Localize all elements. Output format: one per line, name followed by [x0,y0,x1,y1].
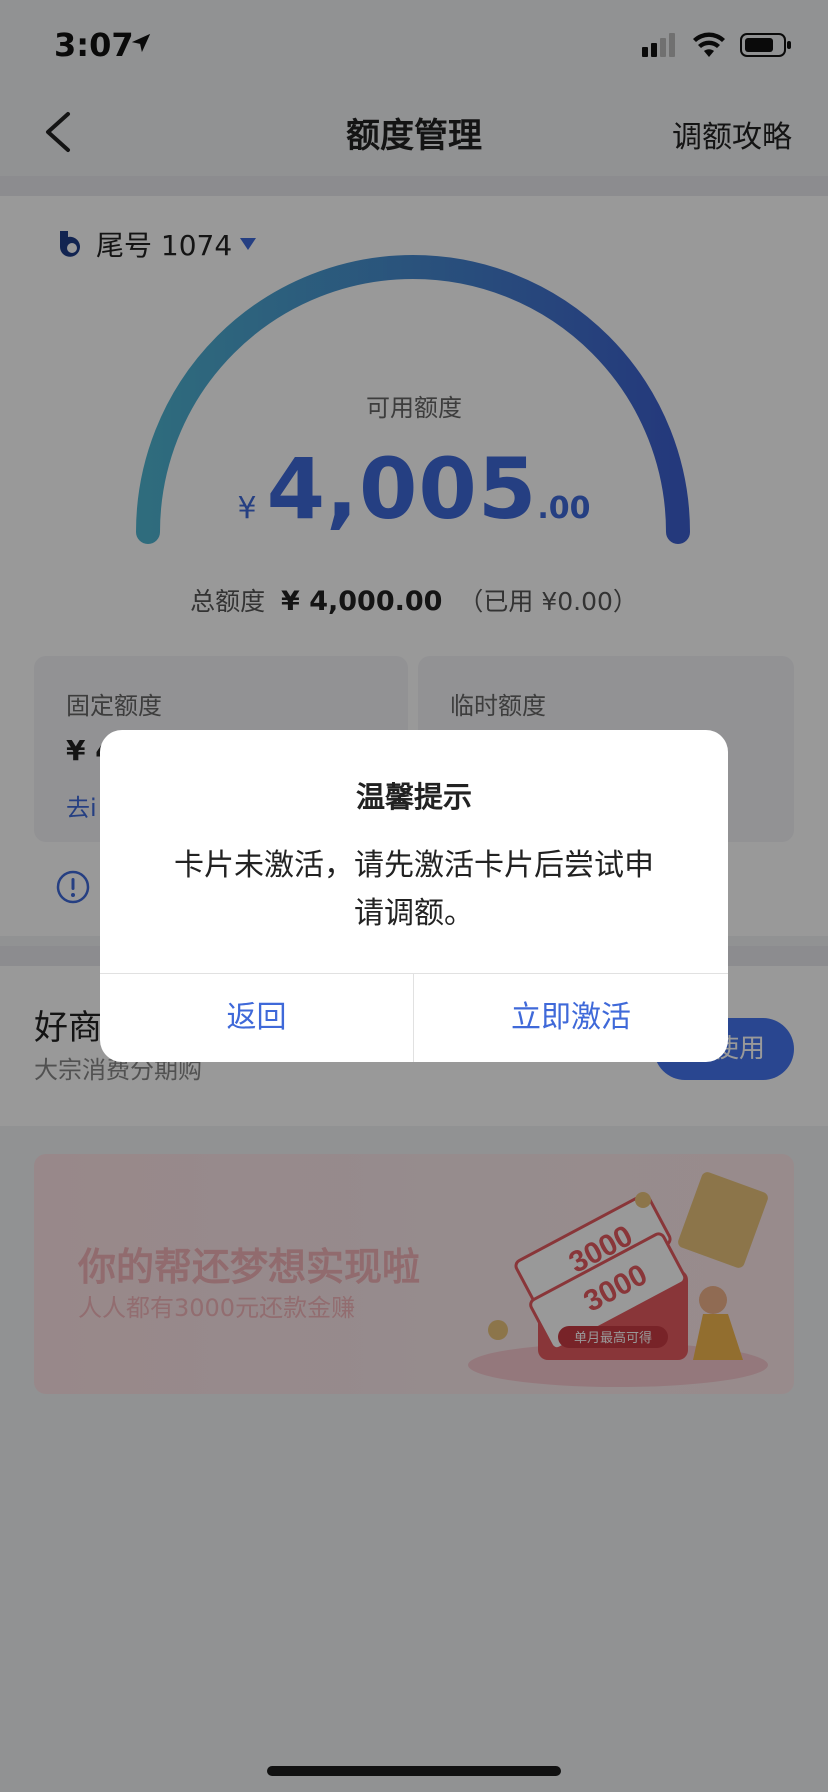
home-indicator[interactable] [267,1766,561,1776]
dialog-activate-button[interactable]: 立即激活 [414,973,728,1062]
dialog-message: 卡片未激活，请先激活卡片后尝试申请调额。 [174,848,654,931]
dialog-title: 温馨提示 [355,780,472,814]
dialog-cancel-button[interactable]: 返回 [100,973,413,1062]
alert-dialog: 温馨提示 卡片未激活，请先激活卡片后尝试申请调额。 返回 立即激活 [100,730,728,1062]
